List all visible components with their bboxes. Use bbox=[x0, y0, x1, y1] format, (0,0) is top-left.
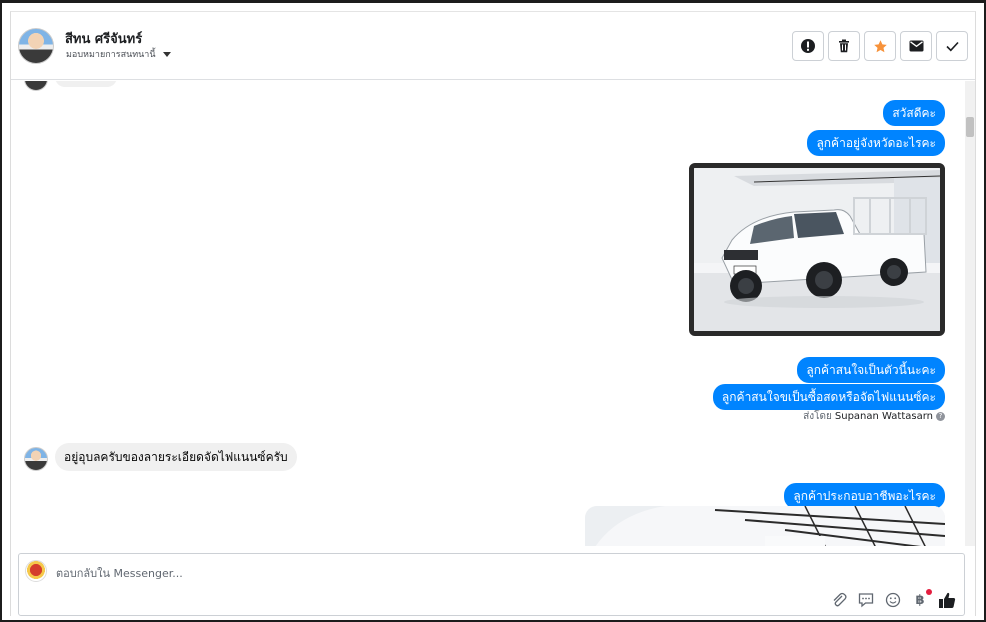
like-icon bbox=[939, 592, 956, 608]
message-bubble-outgoing: ลูกค้าอยู่จังหวัดอะไรคะ bbox=[807, 130, 945, 156]
message-bubble-incoming: อยู่อุบลครับของลายระเอียดจัดไฟแนนซ์ครับ bbox=[55, 443, 297, 471]
send-like-button[interactable] bbox=[938, 591, 956, 609]
attach-button[interactable] bbox=[830, 591, 848, 609]
saved-reply-icon bbox=[858, 593, 874, 608]
scrollbar-thumb[interactable] bbox=[966, 117, 974, 137]
pickup-truck-image bbox=[694, 168, 940, 331]
conversation-panel: สีทน ศรีจันทร์ มอบหมายการสนทนานี้ สวัสดี… bbox=[10, 11, 976, 616]
caret-down-icon bbox=[162, 51, 171, 57]
sent-by-label: ส่งโดย Supanan Wattasarn ? bbox=[803, 409, 945, 424]
assign-conversation-dropdown[interactable]: มอบหมายการสนทนานี้ bbox=[66, 47, 171, 61]
shared-photo-partial[interactable] bbox=[585, 506, 945, 546]
message-bubble-outgoing: สวัสดีคะ bbox=[883, 100, 945, 126]
photo-preview-image bbox=[585, 506, 945, 546]
saved-replies-button[interactable] bbox=[857, 591, 875, 609]
page-avatar bbox=[25, 560, 47, 582]
shared-photo-pickup-truck[interactable] bbox=[689, 163, 945, 336]
payment-icon: ฿ bbox=[915, 592, 925, 608]
contact-name[interactable]: สีทน ศรีจันทร์ bbox=[65, 28, 142, 49]
mark-spam-button[interactable] bbox=[792, 31, 824, 61]
contact-avatar-small bbox=[24, 81, 48, 91]
message-bubble-outgoing: ลูกค้าสนใจขเป็นซื้อสดหรือจัดไฟแนนซ์คะ bbox=[712, 384, 945, 410]
messenger-window: สีทน ศรีจันทร์ มอบหมายการสนทนานี้ สวัสดี… bbox=[0, 0, 986, 622]
mark-unread-button[interactable] bbox=[900, 31, 932, 61]
emoji-button[interactable] bbox=[884, 591, 902, 609]
star-icon bbox=[873, 39, 887, 52]
message-bubble-partial bbox=[55, 81, 117, 87]
payment-button[interactable]: ฿ bbox=[911, 589, 932, 609]
envelope-icon bbox=[909, 40, 923, 52]
attachment-icon bbox=[833, 592, 847, 607]
conversation-header: สีทน ศรีจันทร์ มอบหมายการสนทนานี้ bbox=[11, 12, 975, 80]
contact-avatar[interactable] bbox=[18, 28, 54, 64]
emoji-icon bbox=[885, 592, 901, 608]
assign-label: มอบหมายการสนทนานี้ bbox=[66, 50, 156, 60]
notification-dot bbox=[926, 589, 932, 595]
check-icon bbox=[945, 41, 959, 51]
header-actions bbox=[792, 31, 968, 61]
reply-input[interactable]: ตอบกลับใน Messenger... bbox=[56, 564, 183, 582]
contact-avatar-small[interactable] bbox=[24, 447, 48, 471]
sent-by-prefix: ส่งโดย bbox=[803, 411, 832, 422]
delete-button[interactable] bbox=[828, 31, 860, 61]
message-bubble-outgoing: ลูกค้าสนใจเป็นตัวนี้นะคะ bbox=[797, 357, 945, 383]
composer-tools: ฿ bbox=[830, 589, 956, 609]
help-icon[interactable]: ? bbox=[936, 412, 945, 421]
trash-icon bbox=[839, 39, 849, 53]
exclamation-icon bbox=[801, 39, 815, 53]
message-thread[interactable]: สวัสดีคะ ลูกค้าอยู่จังหวัดอะไรคะ ลูกค้าส… bbox=[11, 81, 975, 546]
mark-done-button[interactable] bbox=[936, 31, 968, 61]
star-button[interactable] bbox=[864, 31, 896, 61]
thread-scrollbar[interactable] bbox=[965, 81, 975, 546]
reply-composer[interactable]: ตอบกลับใน Messenger... ฿ bbox=[18, 553, 965, 616]
sent-by-name[interactable]: Supanan Wattasarn bbox=[835, 411, 933, 422]
